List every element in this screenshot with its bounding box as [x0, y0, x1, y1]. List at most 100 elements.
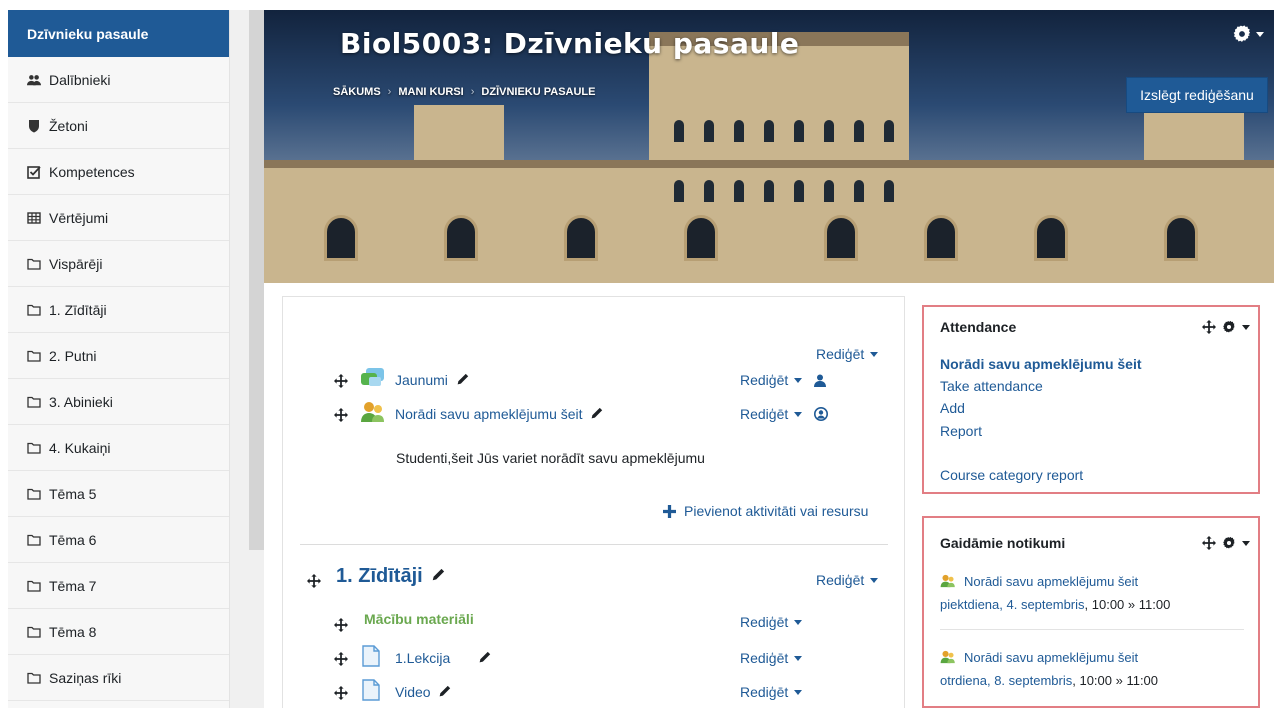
sidebar-item[interactable]: 2. Putni — [8, 333, 229, 379]
window — [764, 120, 774, 142]
sidebar-item[interactable]: Saziņas rīki — [8, 655, 229, 701]
move-icon[interactable] — [334, 686, 348, 700]
course-header-banner: Biol5003: Dzīvnieku pasaule SĀKUMS › MAN… — [264, 10, 1274, 283]
activity-forum[interactable]: Jaunumi — [395, 372, 469, 389]
event-link[interactable]: Norādi savu apmeklējumu šeit — [964, 650, 1138, 665]
take-attendance-link[interactable]: Take attendance — [940, 378, 1043, 394]
move-icon[interactable] — [307, 574, 321, 588]
folder-icon — [27, 349, 41, 363]
move-icon[interactable] — [334, 374, 348, 388]
window — [824, 120, 834, 142]
sidebar-item[interactable]: Tēma 8 — [8, 609, 229, 655]
activity-edit-menu[interactable]: Rediģēt — [740, 614, 803, 630]
file-lecture[interactable]: 1.Lekcija — [395, 650, 450, 666]
sidebar-item-label: Tēma 5 — [49, 485, 97, 502]
window — [824, 180, 834, 202]
window — [854, 120, 864, 142]
pencil-icon[interactable] — [456, 373, 469, 389]
chevron-down-icon — [870, 577, 879, 583]
scrollbar-thumb[interactable] — [249, 10, 264, 550]
table-icon — [27, 211, 41, 225]
activity-edit-menu[interactable]: Rediģēt — [740, 650, 803, 666]
event-date-link[interactable]: otrdiena, 8. septembris — [940, 673, 1072, 688]
event-link[interactable]: Norādi savu apmeklējumu šeit — [964, 574, 1138, 589]
sidebar-item[interactable]: Tēma 5 — [8, 471, 229, 517]
activity-link[interactable]: 1.Lekcija — [395, 650, 450, 666]
sidebar-item[interactable]: Dalībnieki — [8, 57, 229, 103]
section-description: Studenti,šeit Jūs variet norādīt savu ap… — [396, 450, 705, 466]
activity-edit-menu[interactable]: Rediģēt — [740, 684, 803, 700]
category-report-link[interactable]: Course category report — [940, 467, 1083, 483]
move-icon[interactable] — [334, 618, 348, 632]
pencil-icon[interactable] — [431, 568, 445, 585]
arched-window — [1164, 215, 1198, 261]
folder-icon — [27, 625, 41, 639]
chevron-down-icon[interactable] — [1242, 540, 1250, 546]
arched-window — [684, 215, 718, 261]
sidebar-item-label: Saziņas rīki — [49, 669, 122, 686]
sidebar-item-label: Vērtējumi — [49, 209, 109, 226]
sidebar-item[interactable]: Vērtējumi — [8, 195, 229, 241]
pencil-icon[interactable] — [478, 651, 491, 667]
turn-editing-off-button[interactable]: Izslēgt rediģēšanu — [1126, 77, 1268, 113]
add-activity-label: Pievienot aktivitāti vai resursu — [684, 503, 869, 519]
move-icon[interactable] — [334, 408, 348, 422]
sidebar-item[interactable]: Vispārēji — [8, 241, 229, 287]
breadcrumb-course[interactable]: DZĪVNIEKU PASAULE — [481, 86, 595, 98]
move-icon[interactable] — [1202, 320, 1216, 334]
edit-label: Rediģēt — [740, 614, 789, 630]
section-title[interactable]: 1. Zīdītāji — [336, 565, 423, 588]
activity-link[interactable]: Norādi savu apmeklējumu šeit — [395, 406, 583, 422]
user-icon[interactable] — [814, 374, 827, 387]
course-settings-menu[interactable] — [1232, 24, 1264, 44]
sidebar-item[interactable]: 1. Zīdītāji — [8, 287, 229, 333]
sidebar-course-header[interactable]: Dzīvnieku pasaule — [8, 10, 229, 57]
chevron-down-icon — [870, 351, 879, 357]
report-link[interactable]: Report — [940, 423, 982, 439]
breadcrumb: SĀKUMS › MANI KURSI › DZĪVNIEKU PASAULE — [333, 86, 596, 98]
forum-icon — [360, 366, 386, 393]
sidebar-item[interactable]: 4. Kukaiņi — [8, 425, 229, 471]
checkbox-icon — [27, 165, 41, 179]
event-time: , 10:00 » 11:00 — [1072, 673, 1159, 688]
sidebar-item[interactable]: Tēma 7 — [8, 563, 229, 609]
sidebar-item[interactable]: Kompetences — [8, 149, 229, 195]
sidebar-item-label: Kompetences — [49, 163, 135, 180]
breadcrumb-home[interactable]: SĀKUMS — [333, 86, 381, 98]
chevron-down-icon[interactable] — [1242, 324, 1250, 330]
group-mode-icon[interactable] — [814, 407, 829, 421]
add-link[interactable]: Add — [940, 400, 965, 416]
sidebar-scrollbar[interactable] — [230, 10, 264, 708]
sidebar-item[interactable]: 3. Abinieki — [8, 379, 229, 425]
activity-attendance[interactable]: Norādi savu apmeklējumu šeit — [395, 406, 603, 423]
chevron-down-icon — [794, 655, 803, 661]
activity-link[interactable]: Jaunumi — [395, 372, 448, 388]
chevron-down-icon — [794, 411, 803, 417]
attendance-icon — [940, 649, 956, 671]
move-icon[interactable] — [334, 652, 348, 666]
gear-icon[interactable] — [1222, 536, 1236, 550]
file-video[interactable]: Video — [395, 684, 451, 701]
add-activity-button[interactable]: Pievienot aktivitāti vai resursu — [663, 503, 868, 519]
event-date-link[interactable]: piektdiena, 4. septembris — [940, 597, 1085, 612]
move-icon[interactable] — [1202, 536, 1216, 550]
sidebar-item[interactable]: Tēma 6 — [8, 517, 229, 563]
activity-edit-menu[interactable]: Rediģēt — [740, 372, 827, 388]
window — [704, 180, 714, 202]
attendance-main-link[interactable]: Norādi savu apmeklējumu šeit — [940, 356, 1142, 372]
breadcrumb-my-courses[interactable]: MANI KURSI — [398, 86, 463, 98]
chevron-down-icon — [1256, 31, 1264, 37]
folder-icon — [27, 441, 41, 455]
chevron-down-icon — [794, 689, 803, 695]
activity-edit-menu[interactable]: Rediģēt — [740, 406, 829, 422]
pencil-icon[interactable] — [438, 685, 451, 701]
section-edit-menu[interactable]: Rediģēt — [816, 346, 879, 362]
activity-link[interactable]: Video — [395, 684, 431, 700]
gear-icon[interactable] — [1222, 320, 1236, 334]
section-edit-menu[interactable]: Rediģēt — [816, 572, 879, 588]
course-title: Biol5003: Dzīvnieku pasaule — [340, 27, 800, 60]
sidebar-item[interactable]: Žetoni — [8, 103, 229, 149]
breadcrumb-separator: › — [387, 86, 392, 98]
users-icon — [27, 73, 41, 87]
pencil-icon[interactable] — [590, 407, 603, 423]
